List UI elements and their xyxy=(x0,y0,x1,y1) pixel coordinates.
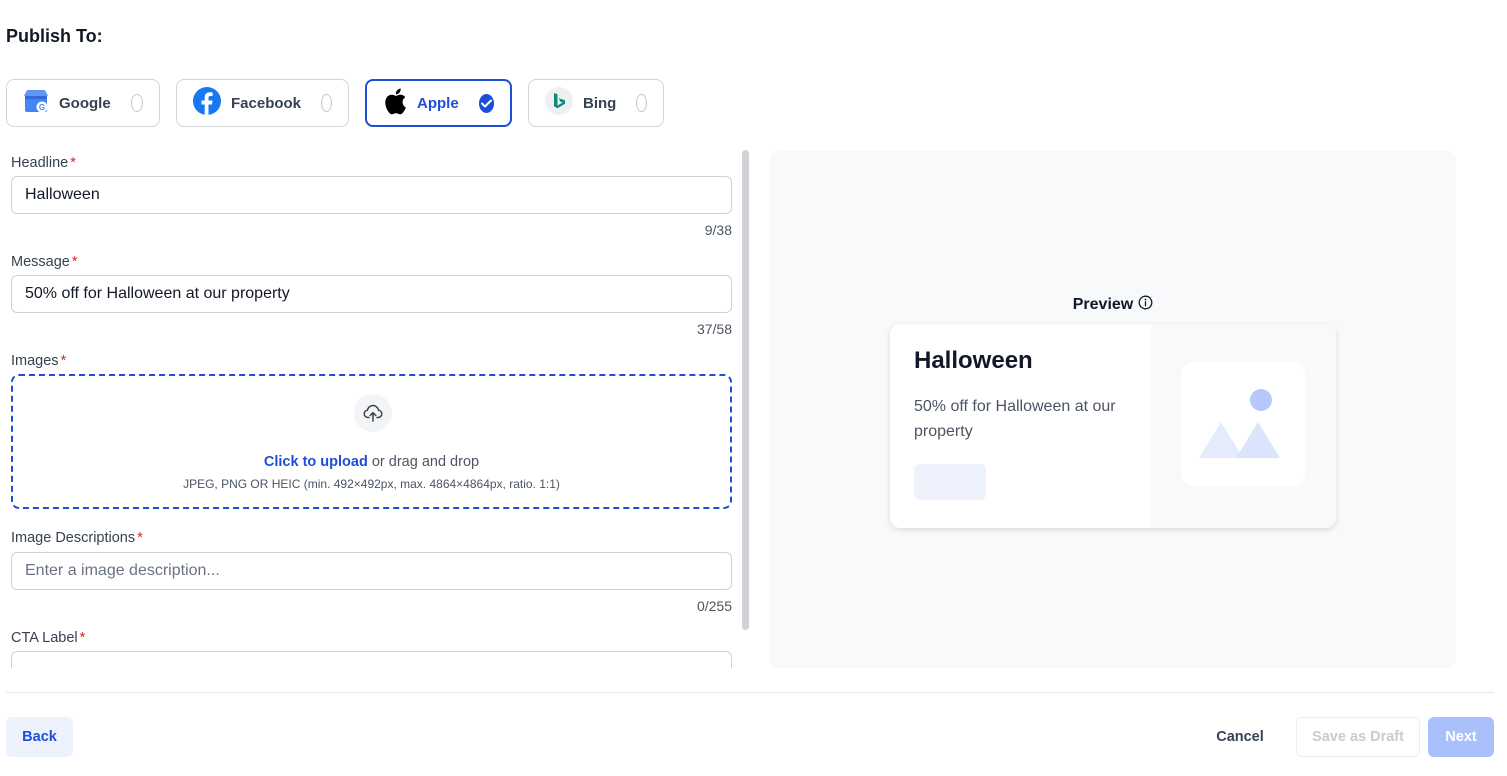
platform-label: Facebook xyxy=(231,94,302,112)
required-marker: * xyxy=(60,353,67,369)
message-label-text: Message xyxy=(11,254,70,270)
upload-instructions: Click to upload or drag and drop xyxy=(13,454,730,470)
preview-headline: Halloween xyxy=(914,347,1033,374)
required-marker: * xyxy=(79,630,86,646)
images-label-text: Images xyxy=(11,353,59,369)
info-icon[interactable] xyxy=(1138,295,1153,315)
preview-cta-placeholder xyxy=(914,464,986,500)
image-placeholder-icon xyxy=(1181,362,1305,486)
headline-label: Headline * xyxy=(11,155,76,171)
headline-input[interactable]: Halloween xyxy=(11,176,732,214)
image-descriptions-label-text: Image Descriptions xyxy=(11,530,136,546)
required-marker: * xyxy=(71,254,78,270)
required-marker: * xyxy=(137,530,143,546)
platform-bing[interactable]: Bing xyxy=(528,79,664,127)
image-description-input[interactable]: Enter a image description... xyxy=(11,552,732,590)
bing-icon xyxy=(545,86,573,120)
upload-hint: JPEG, PNG OR HEIC (min. 492×492px, max. … xyxy=(183,477,560,491)
platform-google[interactable]: G Google xyxy=(6,79,160,127)
image-description-counter: 0/255 xyxy=(696,598,732,614)
image-upload-dropzone[interactable]: Click to upload or drag and drop JPEG, P… xyxy=(11,374,732,509)
upload-cloud-icon xyxy=(354,394,392,432)
cta-label-text: CTA Label xyxy=(11,630,78,646)
preview-title: Preview xyxy=(770,295,1456,315)
preview-image-area xyxy=(1151,324,1336,528)
campaign-form: Headline * Halloween 9/38 Message * 50% of… xyxy=(11,150,732,668)
preview-title-text: Preview xyxy=(1072,296,1134,313)
cta-select[interactable] xyxy=(11,651,732,668)
message-input[interactable]: 50% off for Halloween at our property xyxy=(11,275,732,313)
platform-radio[interactable] xyxy=(321,94,332,112)
svg-text:G: G xyxy=(39,103,45,112)
platform-apple[interactable]: Apple xyxy=(365,79,512,127)
apple-icon xyxy=(383,87,407,120)
preview-panel: Preview Halloween 50% off for Halloween … xyxy=(770,151,1456,668)
platform-label: Bing xyxy=(583,94,617,112)
check-icon[interactable] xyxy=(478,93,494,113)
back-button[interactable]: Back xyxy=(6,717,73,757)
drag-drop-text: or drag and drop xyxy=(367,454,480,470)
required-marker: * xyxy=(70,155,76,171)
google-business-icon: G xyxy=(23,88,49,119)
images-label: Images * xyxy=(11,353,66,369)
form-scrollbar[interactable] xyxy=(742,150,749,630)
platform-radio[interactable] xyxy=(636,94,647,112)
next-button[interactable]: Next xyxy=(1428,717,1494,757)
headline-label-text: Headline xyxy=(11,155,69,171)
message-label: Message * xyxy=(11,254,78,270)
message-counter: 37/58 xyxy=(696,321,732,337)
click-to-upload-link[interactable]: Click to upload xyxy=(264,454,368,470)
footer-divider xyxy=(6,692,1494,693)
platform-label: Apple xyxy=(417,94,459,112)
platform-label: Google xyxy=(59,94,111,112)
save-as-draft-button[interactable]: Save as Draft xyxy=(1296,717,1420,757)
headline-counter: 9/38 xyxy=(704,222,732,238)
preview-card: Halloween 50% off for Halloween at our p… xyxy=(890,324,1336,528)
image-descriptions-label: Image Descriptions * xyxy=(11,530,143,546)
preview-message: 50% off for Halloween at our property xyxy=(914,398,1116,440)
facebook-icon xyxy=(193,86,221,120)
cancel-button[interactable]: Cancel xyxy=(1203,717,1277,757)
cta-label: CTA Label * xyxy=(11,630,85,646)
platform-selector: G Google Facebook Apple Bing xyxy=(6,79,664,127)
platform-facebook[interactable]: Facebook xyxy=(176,79,349,127)
publish-to-title: Publish To: xyxy=(6,26,103,46)
platform-radio[interactable] xyxy=(130,94,143,112)
